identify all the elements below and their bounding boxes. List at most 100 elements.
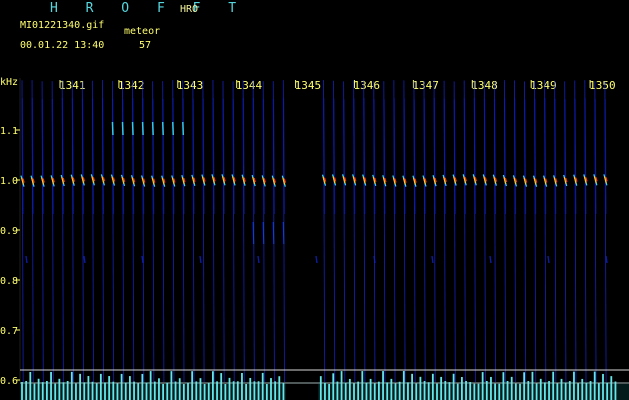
spectrum-streak-core	[463, 98, 466, 215]
spectrum-streak-core	[252, 98, 255, 215]
spectrum-streak-core	[584, 98, 587, 215]
y-unit-label: kHz	[0, 77, 18, 88]
station-label: HRO	[180, 4, 199, 15]
faint-lower-mark	[199, 255, 202, 264]
spectrum-streak-core	[112, 98, 115, 215]
y-tick-label: 1.1	[0, 126, 18, 137]
spectrum-streak-core	[353, 98, 356, 215]
upper-echo-mark	[182, 121, 185, 136]
spectrum-streak-core	[514, 98, 517, 215]
upper-echo-mark	[121, 121, 124, 136]
spectrum-streak-core	[554, 98, 557, 215]
x-tick-label: 1344	[236, 79, 263, 92]
lower-streak	[282, 221, 285, 245]
x-tick-label: 1347	[412, 79, 439, 92]
spectrum-streak-core	[503, 98, 507, 215]
spectrum-streak-core	[132, 98, 135, 215]
spectrum-streak-core	[282, 98, 285, 215]
upper-echo-mark	[172, 121, 174, 136]
spectrogram-panel: 1.1 1.0 0.9 0.8 0.7 0.6 kHz 1341 1342 1343 1344 13…	[0, 72, 629, 400]
faint-lower-mark	[141, 255, 144, 264]
spectrum-streak-core	[343, 99, 346, 215]
faint-lower-mark	[547, 255, 550, 264]
lower-streak	[272, 221, 275, 245]
spectrum-streak-core	[483, 99, 486, 215]
y-tick-label: 1.0	[0, 176, 18, 187]
upper-echo-mark	[141, 121, 144, 136]
spectrum-streak-core	[81, 99, 84, 215]
spectrum-streak-core	[182, 98, 185, 215]
spectrum-streak-core	[433, 97, 436, 215]
spectrum-streak-core	[323, 97, 326, 215]
upper-echo-mark	[131, 121, 134, 136]
spectrum-streak-core	[222, 98, 225, 215]
spectrum-streak-core	[242, 98, 245, 215]
faint-lower-mark	[605, 255, 608, 264]
spectrum-streak-core	[61, 98, 64, 215]
meteor-count: 57	[139, 40, 152, 51]
spectrum-streak-core	[443, 98, 446, 215]
faint-lower-mark	[489, 255, 492, 264]
spectrum-streak-core	[232, 99, 235, 215]
spectrum-streak-core	[212, 97, 215, 215]
lower-streak	[252, 221, 255, 245]
spectrum-streak-core	[172, 98, 175, 215]
y-tick-label: 0.8	[0, 276, 18, 287]
faint-lower-mark	[257, 255, 260, 264]
spectrum-streak-core	[142, 98, 145, 215]
spectrum-streak-core	[413, 99, 416, 215]
spectrum-streak-core	[363, 98, 366, 215]
spectrum-streak-core	[101, 98, 105, 215]
faint-lower-mark	[431, 255, 434, 264]
spectrum-streak-core	[594, 99, 597, 215]
lower-streak	[262, 221, 265, 245]
faint-lower-mark	[25, 255, 28, 264]
spectrum-streak-core	[272, 99, 275, 215]
y-tick-label: 0.7	[0, 326, 18, 337]
spectrum-streak-core	[51, 99, 54, 215]
upper-echo-mark	[161, 121, 164, 136]
hro-fft-window: H R O F F T HRO MI01221340.gif meteor 00…	[0, 0, 629, 400]
faint-lower-mark	[83, 255, 86, 264]
spectrum-streak-core	[202, 98, 205, 215]
spectrum-streak-core	[71, 98, 74, 215]
spectrum-streak-core	[192, 99, 195, 215]
spectrum-streak-core	[403, 98, 406, 215]
x-tick-label: 1345	[295, 79, 322, 92]
spectrum-streak-core	[122, 99, 125, 215]
spectrum-streak-core	[21, 98, 24, 215]
spectrum-streak-core	[41, 99, 44, 215]
spectrum-streak-core	[534, 98, 537, 215]
spectrum-streak-core	[564, 99, 567, 215]
spectrum-streak-core	[262, 99, 265, 215]
y-tick-label: 0.9	[0, 226, 18, 237]
meter-gap	[286, 384, 318, 400]
spectrogram-svg: 1.11.00.90.80.70.6kHz 1341 1342 1343 1344 13…	[0, 72, 629, 400]
spectrum-streak-core	[31, 98, 34, 215]
spectrum-streak-core	[574, 98, 577, 215]
spectrum-streak-core	[162, 99, 165, 215]
spectrum-streak-core	[493, 99, 496, 215]
spectrum-streak-core	[453, 99, 456, 215]
upper-echo-mark	[111, 121, 114, 136]
x-tick-label: 1343	[177, 79, 204, 92]
spectrum-streak-core	[393, 98, 396, 215]
app-title: H R O F F T	[50, 1, 247, 16]
x-tick-label: 1350	[589, 79, 616, 92]
upper-echo-mark	[151, 121, 154, 136]
meteor-label: meteor	[124, 26, 161, 37]
spectrum-streak-core	[544, 97, 547, 215]
spectrum-streak-core	[604, 99, 607, 215]
timestamp: 00.01.22 13:40	[20, 40, 105, 51]
spectrum-streak-core	[524, 99, 527, 215]
x-tick-label: 1342	[118, 79, 144, 92]
spectrum-streak-core	[91, 98, 94, 215]
y-tick-label: 0.6	[0, 376, 18, 387]
spectrum-streak-core	[333, 98, 336, 215]
spectrum-streak-core	[373, 99, 376, 215]
faint-lower-mark	[373, 255, 376, 264]
spectrum-streak-core	[423, 98, 426, 215]
file-name: MI01221340.gif	[20, 20, 105, 31]
x-tick-label: 1346	[354, 79, 381, 92]
faint-lower-mark	[315, 255, 318, 264]
